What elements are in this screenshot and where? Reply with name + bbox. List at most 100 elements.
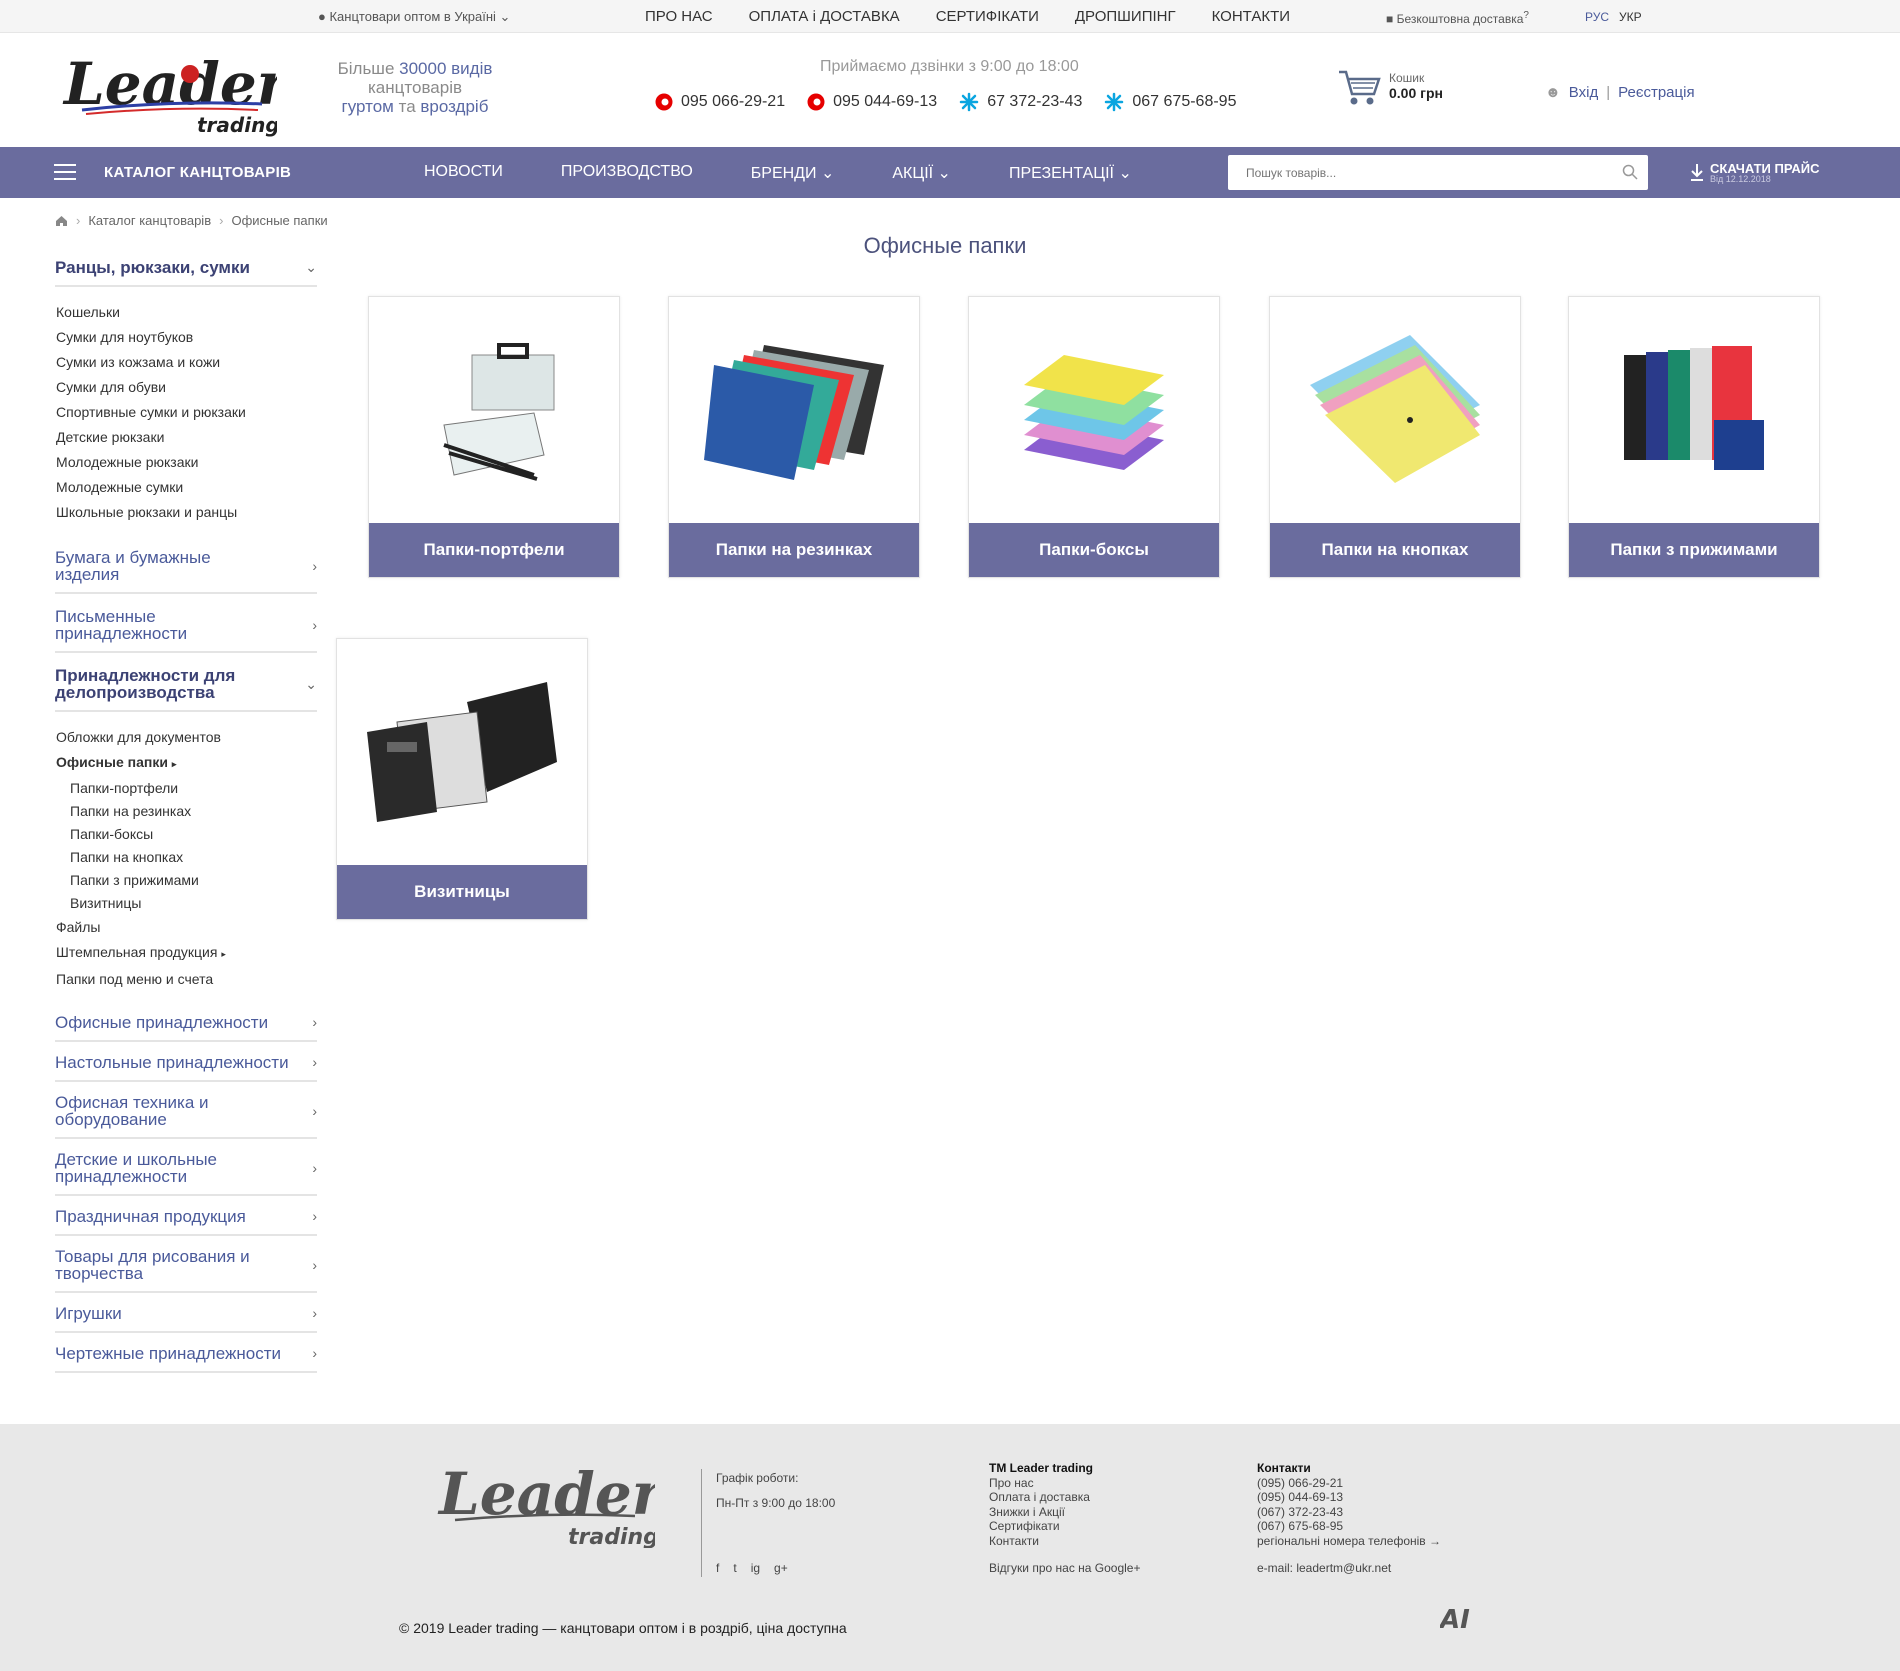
instagram-icon[interactable]: ig (751, 1561, 760, 1575)
phone-item[interactable]: 095 066-29-21 (655, 92, 785, 112)
phone-item[interactable]: 67 372-23-43 (959, 92, 1082, 112)
product-card[interactable]: Папки-портфели (368, 296, 620, 578)
phone-item[interactable]: 095 044-69-13 (807, 92, 937, 112)
sidebar-subitem[interactable]: Сумки для ноутбуков (56, 325, 317, 350)
sidebar-subsubitem[interactable]: Папки-боксы (56, 823, 317, 846)
nav-promotions[interactable]: АКЦІЇ ⌄ (892, 163, 951, 183)
login-link[interactable]: Вхід (1569, 84, 1598, 101)
sidebar-subitem[interactable]: Молодежные сумки (56, 475, 317, 500)
footer-phone[interactable]: (067) 372-23-43 (1257, 1505, 1441, 1520)
cart-widget[interactable]: Кошик 0.00 грн (1337, 68, 1443, 113)
sidebar-category[interactable]: Бумага и бумажные изделия › (55, 535, 317, 594)
sidebar-category[interactable]: Игрушки › (55, 1293, 317, 1333)
developer-logo[interactable]: AI (1440, 1606, 1500, 1632)
region-selector[interactable]: ● Канцтовари оптом в Україні ⌄ (318, 9, 510, 25)
footer-phone[interactable]: (095) 066-29-21 (1257, 1476, 1441, 1491)
twitter-icon[interactable]: t (733, 1561, 736, 1575)
sidebar-subsubitem[interactable]: Папки на резинках (56, 800, 317, 823)
svg-text:AI: AI (1440, 1606, 1470, 1632)
svg-text:trading: trading (197, 113, 277, 137)
product-card[interactable]: Папки-боксы (968, 296, 1220, 578)
sidebar-category[interactable]: Офисная техника и оборудование › (55, 1082, 317, 1139)
product-card[interactable]: Папки з прижимами (1568, 296, 1820, 578)
free-delivery-link[interactable]: ■ Безкоштовна доставка? (1386, 10, 1529, 26)
facebook-icon[interactable]: f (716, 1561, 719, 1575)
sidebar-subitem[interactable]: Спортивные сумки и рюкзаки (56, 400, 317, 425)
sidebar-subitem[interactable]: Детские рюкзаки (56, 425, 317, 450)
sidebar-subitem-active[interactable]: Офисные папки ▸ (56, 750, 317, 777)
register-link[interactable]: Реєстрація (1618, 84, 1694, 101)
footer-menu: ТМ Leader trading Про нас Оплата і доста… (989, 1461, 1141, 1576)
footer-link[interactable]: Оплата і доставка (989, 1490, 1141, 1505)
footer-logo[interactable]: Leader trading (435, 1454, 655, 1548)
sidebar-subitem[interactable]: Кошельки (56, 300, 317, 325)
working-hours: Графік роботи: Пн-Пт з 9:00 до 18:00 (716, 1471, 836, 1510)
footer-link[interactable]: Контакти (989, 1534, 1141, 1549)
top-nav-certificates[interactable]: СЕРТИФІКАТИ (936, 8, 1039, 25)
sidebar-subsubitem[interactable]: Визитницы (56, 892, 317, 915)
nav-presentations[interactable]: ПРЕЗЕНТАЦІЇ ⌄ (1009, 163, 1132, 183)
top-nav-dropshipping[interactable]: ДРОПШИПІНГ (1075, 8, 1176, 25)
download-price-button[interactable]: СКАЧАТИ ПРАЙС Від 12.12.2018 (1690, 161, 1819, 184)
nav-news[interactable]: НОВОСТИ (424, 163, 503, 183)
menu-burger-icon[interactable] (54, 164, 76, 180)
footer-link[interactable]: Сертифікати (989, 1519, 1141, 1534)
breadcrumb-catalog[interactable]: Каталог канцтоварів (88, 213, 211, 228)
googleplus-icon[interactable]: g+ (774, 1561, 788, 1575)
sidebar-category[interactable]: Настольные принадлежности › (55, 1042, 317, 1082)
sidebar-subitem[interactable]: Файлы (56, 915, 317, 940)
catalog-button[interactable]: КАТАЛОГ КАНЦТОВАРІВ (104, 164, 291, 181)
sidebar-subsubitem[interactable]: Папки на кнопках (56, 846, 317, 869)
sidebar-subitem[interactable]: Обложки для документов (56, 725, 317, 750)
product-image (337, 639, 587, 865)
sidebar-category[interactable]: Принадлежности для делопроизводства ⌄ (55, 653, 317, 712)
sidebar-subsubitem[interactable]: Папки з прижимами (56, 869, 317, 892)
footer-link[interactable]: Знижки і Акції (989, 1505, 1141, 1520)
product-image (669, 297, 919, 523)
truck-icon: ■ (1386, 12, 1394, 26)
chevron-down-icon: ⌄ (305, 259, 317, 275)
sidebar-subitem[interactable]: Молодежные рюкзаки (56, 450, 317, 475)
product-card[interactable]: Папки на кнопках (1269, 296, 1521, 578)
sidebar-category[interactable]: Товары для рисования и творчества › (55, 1236, 317, 1293)
reviews-link[interactable]: Відгуки про нас на Google+ (989, 1561, 1141, 1576)
top-nav-payment[interactable]: ОПЛАТА і ДОСТАВКА (749, 8, 900, 25)
product-card[interactable]: Папки на резинках (668, 296, 920, 578)
sidebar-category[interactable]: Ранцы, рюкзаки, сумки ⌄ (55, 255, 317, 287)
sidebar-subitem[interactable]: Папки под меню и счета (56, 967, 317, 992)
sidebar-subitem[interactable]: Школьные рюкзаки и ранцы (56, 500, 317, 525)
top-bar: ● Канцтовари оптом в Україні ⌄ ПРО НАС О… (0, 0, 1900, 33)
footer-link[interactable]: Про нас (989, 1476, 1141, 1491)
home-icon[interactable] (55, 215, 68, 227)
nav-brands[interactable]: БРЕНДИ ⌄ (751, 163, 835, 183)
sidebar-category[interactable]: Праздничная продукция › (55, 1196, 317, 1236)
sidebar-category[interactable]: Офисные принадлежности › (55, 1002, 317, 1042)
sidebar-category[interactable]: Чертежные принадлежности › (55, 1333, 317, 1373)
footer-phone[interactable]: (067) 675-68-95 (1257, 1519, 1441, 1534)
top-nav-contacts[interactable]: КОНТАКТИ (1212, 8, 1290, 25)
sidebar-category[interactable]: Письменные принадлежности › (55, 594, 317, 653)
product-image (1569, 297, 1819, 523)
top-nav-about[interactable]: ПРО НАС (645, 8, 713, 25)
logo[interactable]: Leader trading (62, 44, 277, 138)
sidebar-category[interactable]: Детские и школьные принадлежности › (55, 1139, 317, 1196)
slogan: Більше 30000 видів канцтоварів гуртом та… (337, 59, 493, 116)
sidebar-sublist: Обложки для документов Офисные папки ▸ П… (55, 712, 317, 1002)
phone-item[interactable]: 067 675-68-95 (1104, 92, 1236, 112)
cart-label: Кошик (1389, 71, 1425, 85)
lang-ru[interactable]: РУС (1585, 10, 1609, 24)
sidebar-subsubitem[interactable]: Папки-портфели (56, 777, 317, 800)
footer-phone[interactable]: (095) 044-69-13 (1257, 1490, 1441, 1505)
search-input[interactable] (1228, 155, 1588, 190)
lang-ua[interactable]: УКР (1619, 10, 1642, 24)
category-sidebar: Ранцы, рюкзаки, сумки ⌄ Кошельки Сумки дл… (55, 255, 317, 1373)
sidebar-subitem[interactable]: Штемпельная продукция ▸ (56, 940, 317, 967)
sidebar-subitem[interactable]: Сумки из кожзама и кожи (56, 350, 317, 375)
call-hours: Приймаємо дзвінки з 9:00 до 18:00 (820, 58, 1079, 75)
footer-email[interactable]: e-mail: leadertm@ukr.net (1257, 1561, 1441, 1576)
search-icon[interactable] (1622, 164, 1638, 180)
product-card[interactable]: Визитницы (336, 638, 588, 920)
regional-phones-link[interactable]: регіональні номера телефонів → (1257, 1534, 1441, 1549)
sidebar-subitem[interactable]: Сумки для обуви (56, 375, 317, 400)
nav-production[interactable]: ПРОИЗВОДСТВО (561, 163, 693, 183)
